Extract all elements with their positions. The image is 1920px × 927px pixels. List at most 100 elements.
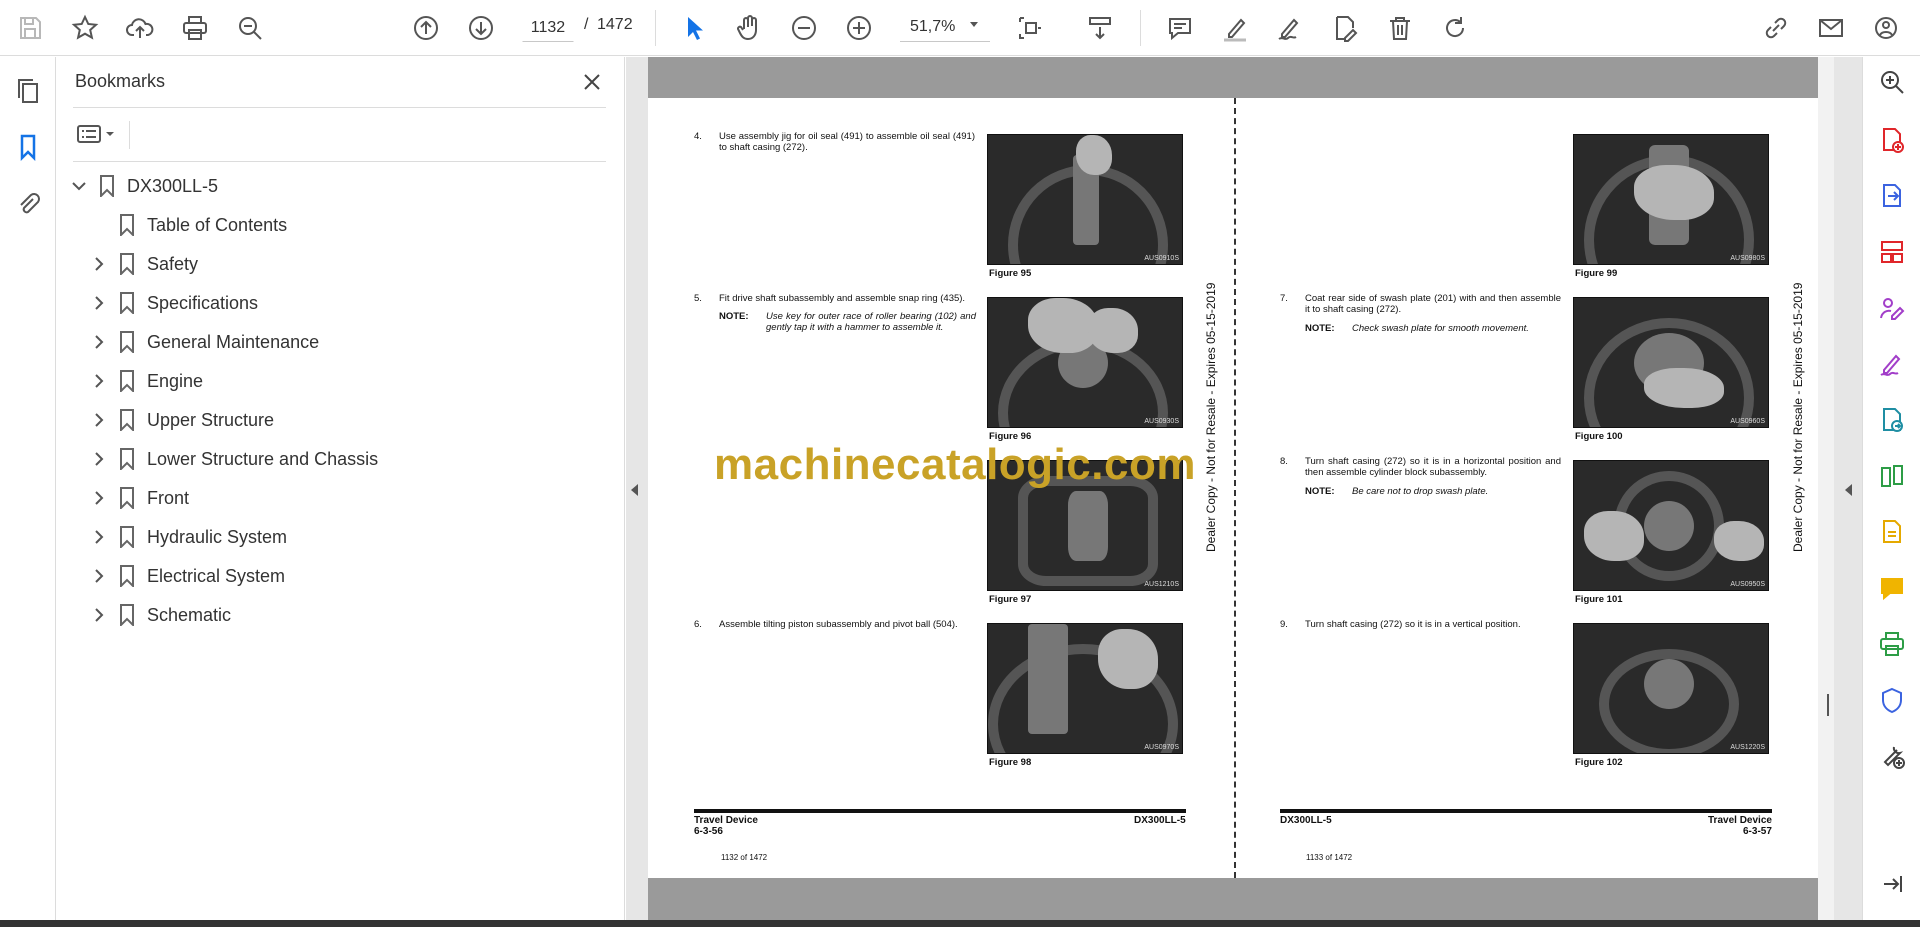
chevron-down-icon[interactable] xyxy=(970,22,978,27)
bookmark-item[interactable]: General Maintenance xyxy=(89,323,319,361)
vertical-scrollbar[interactable] xyxy=(1818,57,1834,920)
page-down-icon[interactable] xyxy=(463,10,499,46)
page-up-icon[interactable] xyxy=(408,10,444,46)
collapse-icon[interactable] xyxy=(1875,867,1909,901)
attachment-icon[interactable] xyxy=(10,185,46,221)
search-zoom-icon[interactable] xyxy=(232,10,268,46)
step-text: Coat rear side of swash plate (201) with… xyxy=(1305,293,1561,315)
page-total: 1472 xyxy=(597,16,633,33)
create-pdf-icon[interactable] xyxy=(1875,123,1909,157)
divider xyxy=(73,161,606,162)
print-production-icon[interactable] xyxy=(1875,627,1909,661)
bookmark-icon xyxy=(117,408,137,432)
list-options-icon xyxy=(77,125,101,143)
pages-icon[interactable] xyxy=(10,73,46,109)
organize-pages-icon[interactable] xyxy=(1875,235,1909,269)
scan-icon[interactable] xyxy=(1875,515,1909,549)
zoom-search-icon[interactable] xyxy=(1875,65,1909,99)
highlight-icon[interactable] xyxy=(1217,10,1253,46)
chevron-right-icon[interactable] xyxy=(89,332,109,352)
chevron-right-icon[interactable] xyxy=(89,254,109,274)
share-link-icon[interactable] xyxy=(1758,10,1794,46)
bookmark-icon xyxy=(117,291,137,315)
protect-icon[interactable] xyxy=(1875,683,1909,717)
bookmark-icon xyxy=(117,603,137,627)
figure-photo: AUS0980S xyxy=(1573,134,1769,265)
zoom-out-icon[interactable] xyxy=(786,10,822,46)
footer-section-title: Travel Device xyxy=(1708,815,1772,826)
bookmark-icon xyxy=(117,447,137,471)
more-tools-icon[interactable] xyxy=(1875,739,1909,773)
delete-icon[interactable] xyxy=(1382,10,1418,46)
figure-photo: AUS0960S xyxy=(1573,297,1769,428)
chevron-right-icon[interactable] xyxy=(89,449,109,469)
note-text: Be care not to drop swash plate. xyxy=(1352,486,1489,497)
toolbar-divider xyxy=(655,10,656,46)
collapse-left-panel-icon[interactable] xyxy=(628,480,642,500)
chevron-right-icon[interactable] xyxy=(89,410,109,430)
request-sign-icon[interactable] xyxy=(1875,347,1909,381)
sign-icon[interactable] xyxy=(1272,10,1308,46)
email-icon[interactable] xyxy=(1813,10,1849,46)
step-text: Fit drive shaft subassembly and assemble… xyxy=(719,293,966,304)
bookmark-root-item[interactable]: DX300LL-5 xyxy=(69,167,218,205)
page-divider xyxy=(1234,98,1236,878)
bookmark-item[interactable]: Lower Structure and Chassis xyxy=(89,440,378,478)
step-number: 8. xyxy=(1280,456,1288,467)
fit-page-icon[interactable] xyxy=(1012,10,1048,46)
step-text: Use assembly jig for oil seal (491) to a… xyxy=(719,131,975,153)
page-counter: 1133 of 1472 xyxy=(1306,853,1353,862)
scrollbar-thumb[interactable] xyxy=(1827,694,1829,716)
chevron-right-icon[interactable] xyxy=(89,605,109,625)
hand-icon[interactable] xyxy=(731,10,767,46)
account-icon[interactable] xyxy=(1870,10,1906,46)
star-icon[interactable] xyxy=(67,10,103,46)
send-review-icon[interactable] xyxy=(1875,403,1909,437)
bookmark-item[interactable]: Safety xyxy=(89,245,198,283)
cloud-upload-icon[interactable] xyxy=(122,10,158,46)
bookmark-label: DX300LL-5 xyxy=(127,175,219,196)
zoom-in-icon[interactable] xyxy=(841,10,877,46)
bookmark-options-button[interactable] xyxy=(73,117,121,151)
footer-page-number: 6-3-57 xyxy=(1743,826,1772,837)
bookmark-item[interactable]: Engine xyxy=(89,362,203,400)
compare-icon[interactable] xyxy=(1875,459,1909,493)
comment-icon[interactable] xyxy=(1162,10,1198,46)
step-text: Turn shaft casing (272) so it is in a ve… xyxy=(1305,619,1521,630)
pdf-viewer-app: 1132 / 1472 51,7% Bookmarks DX300LL-5 Ta… xyxy=(0,0,1920,927)
page-separator: / xyxy=(584,16,589,33)
chevron-right-icon[interactable] xyxy=(89,371,109,391)
bookmark-item[interactable]: Upper Structure xyxy=(89,401,274,439)
bookmark-label: Front xyxy=(147,487,190,508)
select-arrow-icon[interactable] xyxy=(676,10,712,46)
step-number: 7. xyxy=(1280,293,1288,304)
edit-icon[interactable] xyxy=(1327,10,1363,46)
scroll-mode-icon[interactable] xyxy=(1082,10,1118,46)
page-counter: 1132 of 1472 xyxy=(721,853,768,862)
chevron-right-icon[interactable] xyxy=(89,293,109,313)
export-pdf-icon[interactable] xyxy=(1875,179,1909,213)
close-icon[interactable] xyxy=(577,67,607,97)
bookmark-item[interactable]: Schematic xyxy=(89,596,231,634)
left-navigation-rail xyxy=(0,57,56,920)
bookmark-item[interactable]: Table of Contents xyxy=(89,206,287,244)
note-text: Check swash plate for smooth movement. xyxy=(1352,323,1529,334)
bookmark-item[interactable]: Electrical System xyxy=(89,557,285,595)
page-number-input[interactable]: 1132 xyxy=(522,14,574,42)
chevron-right-icon[interactable] xyxy=(89,488,109,508)
bookmark-item[interactable]: Specifications xyxy=(89,284,258,322)
bookmark-item[interactable]: Hydraulic System xyxy=(89,518,287,556)
note-text: Use key for outer race of roller bearing… xyxy=(766,311,976,333)
collapse-right-panel-icon[interactable] xyxy=(1842,480,1856,500)
rotate-icon[interactable] xyxy=(1437,10,1473,46)
fill-sign-icon[interactable] xyxy=(1875,291,1909,325)
chevron-right-icon[interactable] xyxy=(89,527,109,547)
chevron-right-icon[interactable] xyxy=(89,566,109,586)
chevron-down-icon[interactable] xyxy=(69,176,89,196)
bookmark-item[interactable]: Front xyxy=(89,479,189,517)
save-icon[interactable] xyxy=(12,10,48,46)
zoom-level-select[interactable]: 51,7% xyxy=(900,14,990,42)
comment-panel-icon[interactable] xyxy=(1875,571,1909,605)
bookmark-icon[interactable] xyxy=(10,129,46,165)
print-icon[interactable] xyxy=(177,10,213,46)
